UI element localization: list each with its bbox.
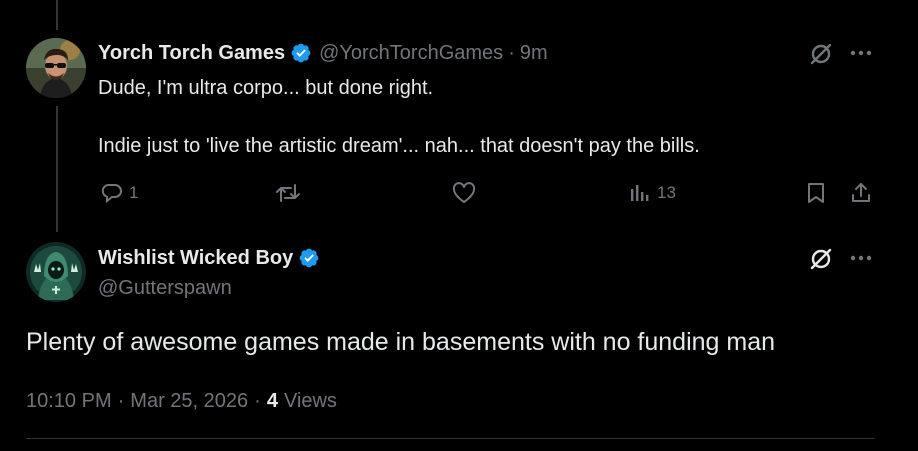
reply-icon [100, 181, 124, 205]
tweet-metadata: 10:10 PM · Mar 25, 2026 · 4 Views [26, 389, 337, 413]
separator-dot: · [508, 42, 515, 64]
reply-tweet-text-line-1: Dude, I'm ultra corpo... but done right. [98, 77, 434, 99]
share-icon[interactable] [849, 181, 873, 205]
bookmark-icon[interactable] [805, 181, 827, 205]
user-handle[interactable]: @YorchTorchGames [319, 41, 503, 65]
views-icon [628, 181, 652, 205]
verified-badge-icon[interactable] [298, 247, 320, 269]
like-icon [451, 181, 477, 205]
reply-button[interactable]: 1 [100, 181, 138, 205]
tweet-time[interactable]: 10:10 PM [26, 389, 112, 413]
retweet-button[interactable] [274, 181, 302, 205]
display-name[interactable]: Yorch Torch Games [98, 41, 285, 65]
verified-badge-icon[interactable] [290, 42, 312, 64]
thread-connector-line [56, 106, 58, 232]
display-name[interactable]: Wishlist Wicked Boy [98, 246, 293, 270]
main-tweet-text: Plenty of awesome games made in basement… [26, 328, 776, 356]
divider [26, 438, 875, 439]
thread-connector-line [56, 0, 58, 30]
views-button[interactable]: 13 [628, 181, 676, 205]
views-label[interactable]: Views [284, 389, 337, 413]
tweet-date[interactable]: Mar 25, 2026 [130, 389, 248, 413]
main-tweet-header: Wishlist Wicked Boy [98, 246, 320, 270]
views-count[interactable]: 4 [267, 389, 278, 413]
avatar-wishlist-wicked-boy[interactable] [26, 242, 86, 302]
more-icon[interactable] [849, 43, 873, 63]
separator-dot: · [117, 390, 125, 412]
grok-icon[interactable] [808, 41, 834, 67]
retweet-icon [274, 181, 302, 205]
like-button[interactable] [451, 181, 477, 205]
reply-tweet-text-line-2: Indie just to 'live the artistic dream'.… [98, 135, 700, 157]
user-handle[interactable]: @Gutterspawn [98, 276, 232, 300]
avatar-yorch-torch-games[interactable] [26, 38, 86, 98]
grok-icon[interactable] [808, 246, 834, 272]
more-icon[interactable] [849, 248, 873, 268]
separator-dot: · [254, 390, 261, 412]
reply-tweet-header: Yorch Torch Games @YorchTorchGames · 9m [98, 41, 548, 65]
views-count: 13 [657, 183, 676, 202]
reply-count: 1 [129, 183, 139, 202]
tweet-thread: Yorch Torch Games @YorchTorchGames · 9m … [0, 0, 918, 451]
timestamp[interactable]: 9m [520, 41, 548, 65]
